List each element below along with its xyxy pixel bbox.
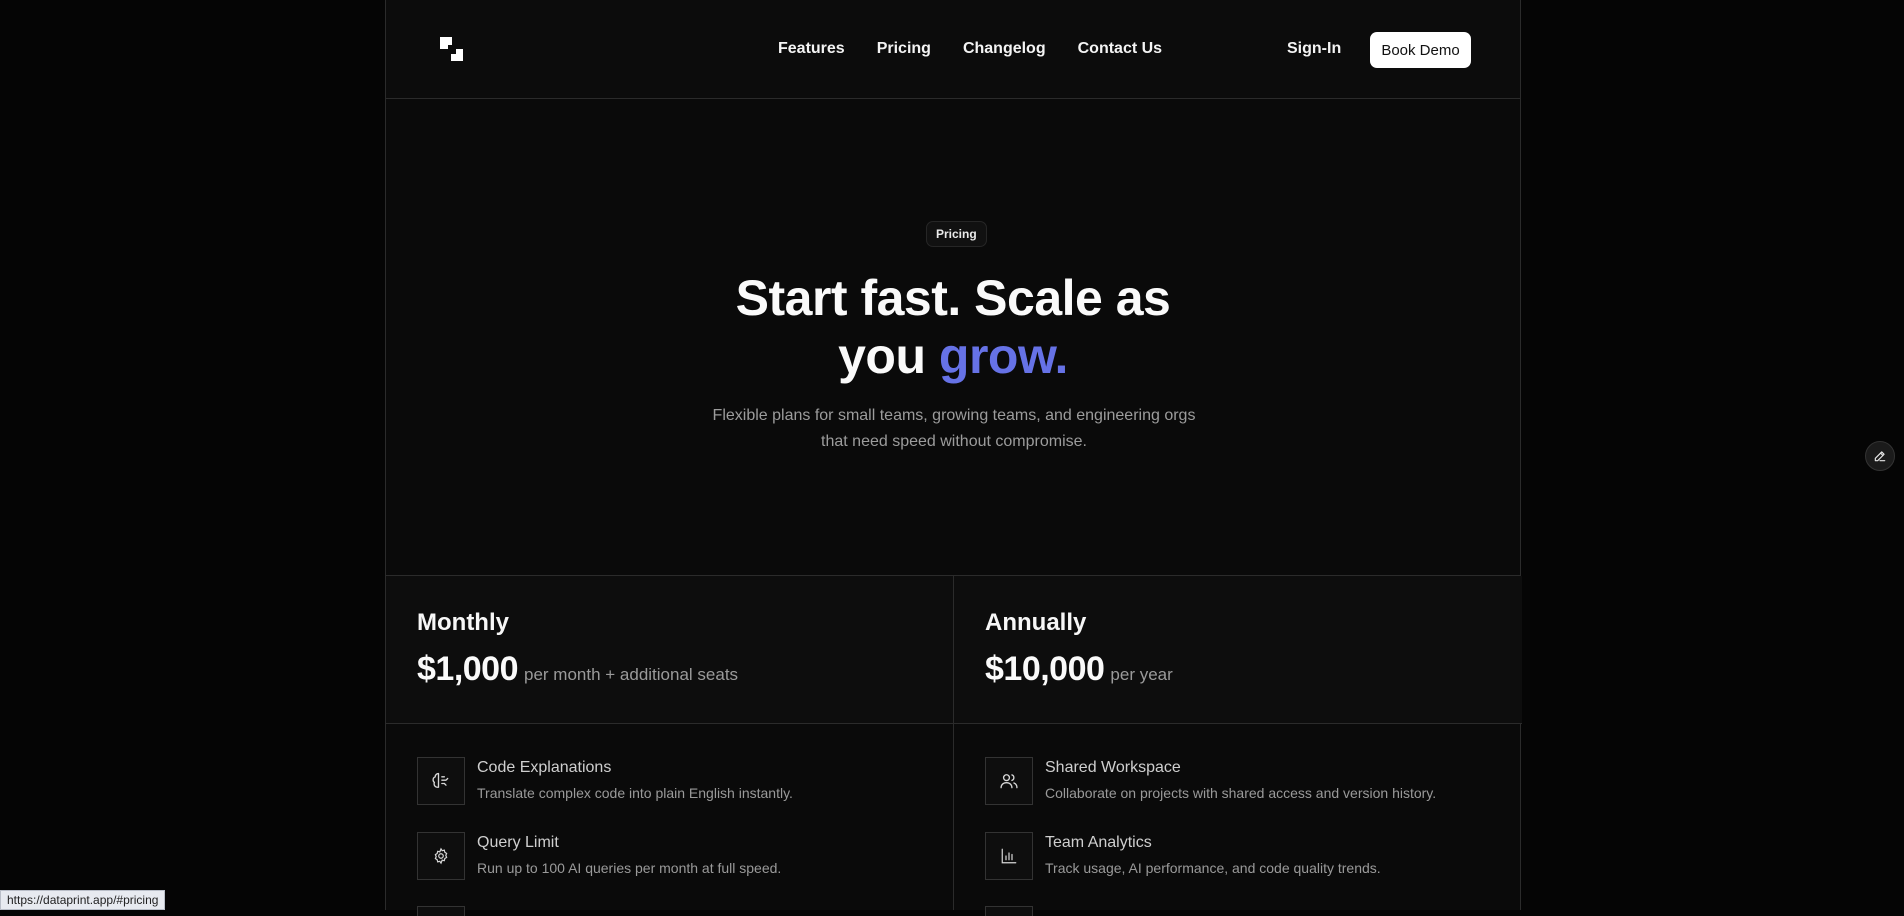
book-demo-button[interactable]: Book Demo: [1370, 32, 1471, 68]
plan-card-annually: Annually $10,000 per year Shared Workspa…: [954, 576, 1522, 916]
feature-title: Query Limit: [477, 834, 559, 851]
pricing-plans: Monthly $1,000 per month + additional se…: [386, 576, 1522, 916]
plan-price-row: $10,000 per year: [985, 650, 1173, 689]
nav-link-changelog[interactable]: Changelog: [963, 40, 1046, 58]
headline-accent: grow.: [938, 328, 1068, 384]
feature-item: Query Limit Run up to 100 AI queries per…: [417, 832, 937, 880]
plan-name: Annually: [985, 609, 1087, 636]
feature-item: Code Explanations Translate complex code…: [417, 757, 937, 805]
feature-item: Shared Workspace Collaborate on projects…: [985, 757, 1505, 805]
plan-price: $10,000: [985, 650, 1105, 688]
section-pill: Pricing: [926, 221, 987, 247]
page-title: Start fast. Scale as you grow.: [386, 269, 1520, 385]
feature-title: Shared Workspace: [1045, 759, 1181, 776]
page-frame: Features Pricing Changelog Contact Us Si…: [385, 0, 1522, 916]
users-icon: [985, 757, 1033, 805]
feature-desc: Translate complex code into plain Englis…: [477, 785, 793, 801]
feature-item-partial: [985, 906, 1505, 916]
logo-icon[interactable]: [437, 35, 467, 65]
plan-price: $1,000: [417, 650, 519, 688]
gear-icon: [417, 832, 465, 880]
nav-link-pricing[interactable]: Pricing: [877, 40, 931, 58]
feature-desc: Track usage, AI performance, and code qu…: [1045, 860, 1381, 876]
plan-header: Monthly $1,000 per month + additional se…: [386, 576, 953, 724]
feature-icon-partial: [985, 906, 1033, 916]
status-bar-url: https://dataprint.app/#pricing: [0, 890, 166, 910]
top-nav: Features Pricing Changelog Contact Us Si…: [386, 0, 1520, 99]
headline-line1: Start fast. Scale as: [735, 270, 1171, 326]
sign-in-link[interactable]: Sign-In: [1287, 40, 1341, 58]
plan-card-monthly: Monthly $1,000 per month + additional se…: [386, 576, 954, 916]
bar-chart-icon: [985, 832, 1033, 880]
feature-item: Team Analytics Track usage, AI performan…: [985, 832, 1505, 880]
brain-icon: [417, 757, 465, 805]
edit-button[interactable]: [1865, 441, 1895, 471]
plan-header: Annually $10,000 per year: [954, 576, 1522, 724]
nav-link-features[interactable]: Features: [778, 40, 845, 58]
plan-price-note: per year: [1110, 665, 1173, 684]
plan-price-note: per month + additional seats: [524, 665, 739, 684]
plan-price-row: $1,000 per month + additional seats: [417, 650, 738, 689]
feature-desc: Run up to 100 AI queries per month at fu…: [477, 860, 782, 876]
plan-name: Monthly: [417, 609, 509, 636]
pencil-icon: [1874, 451, 1886, 462]
feature-title: Code Explanations: [477, 759, 612, 776]
feature-item-partial: [417, 906, 937, 916]
hero-section: Pricing Start fast. Scale as you grow. F…: [386, 100, 1520, 576]
nav-link-contact-us[interactable]: Contact Us: [1078, 40, 1162, 58]
headline-line2-prefix: you: [838, 328, 939, 384]
feature-desc: Collaborate on projects with shared acce…: [1045, 785, 1437, 801]
nav-links: Features Pricing Changelog Contact Us: [778, 40, 1162, 58]
hero-subtitle: Flexible plans for small teams, growing …: [712, 407, 1196, 450]
feature-icon-partial: [417, 906, 465, 916]
feature-title: Team Analytics: [1045, 834, 1152, 851]
